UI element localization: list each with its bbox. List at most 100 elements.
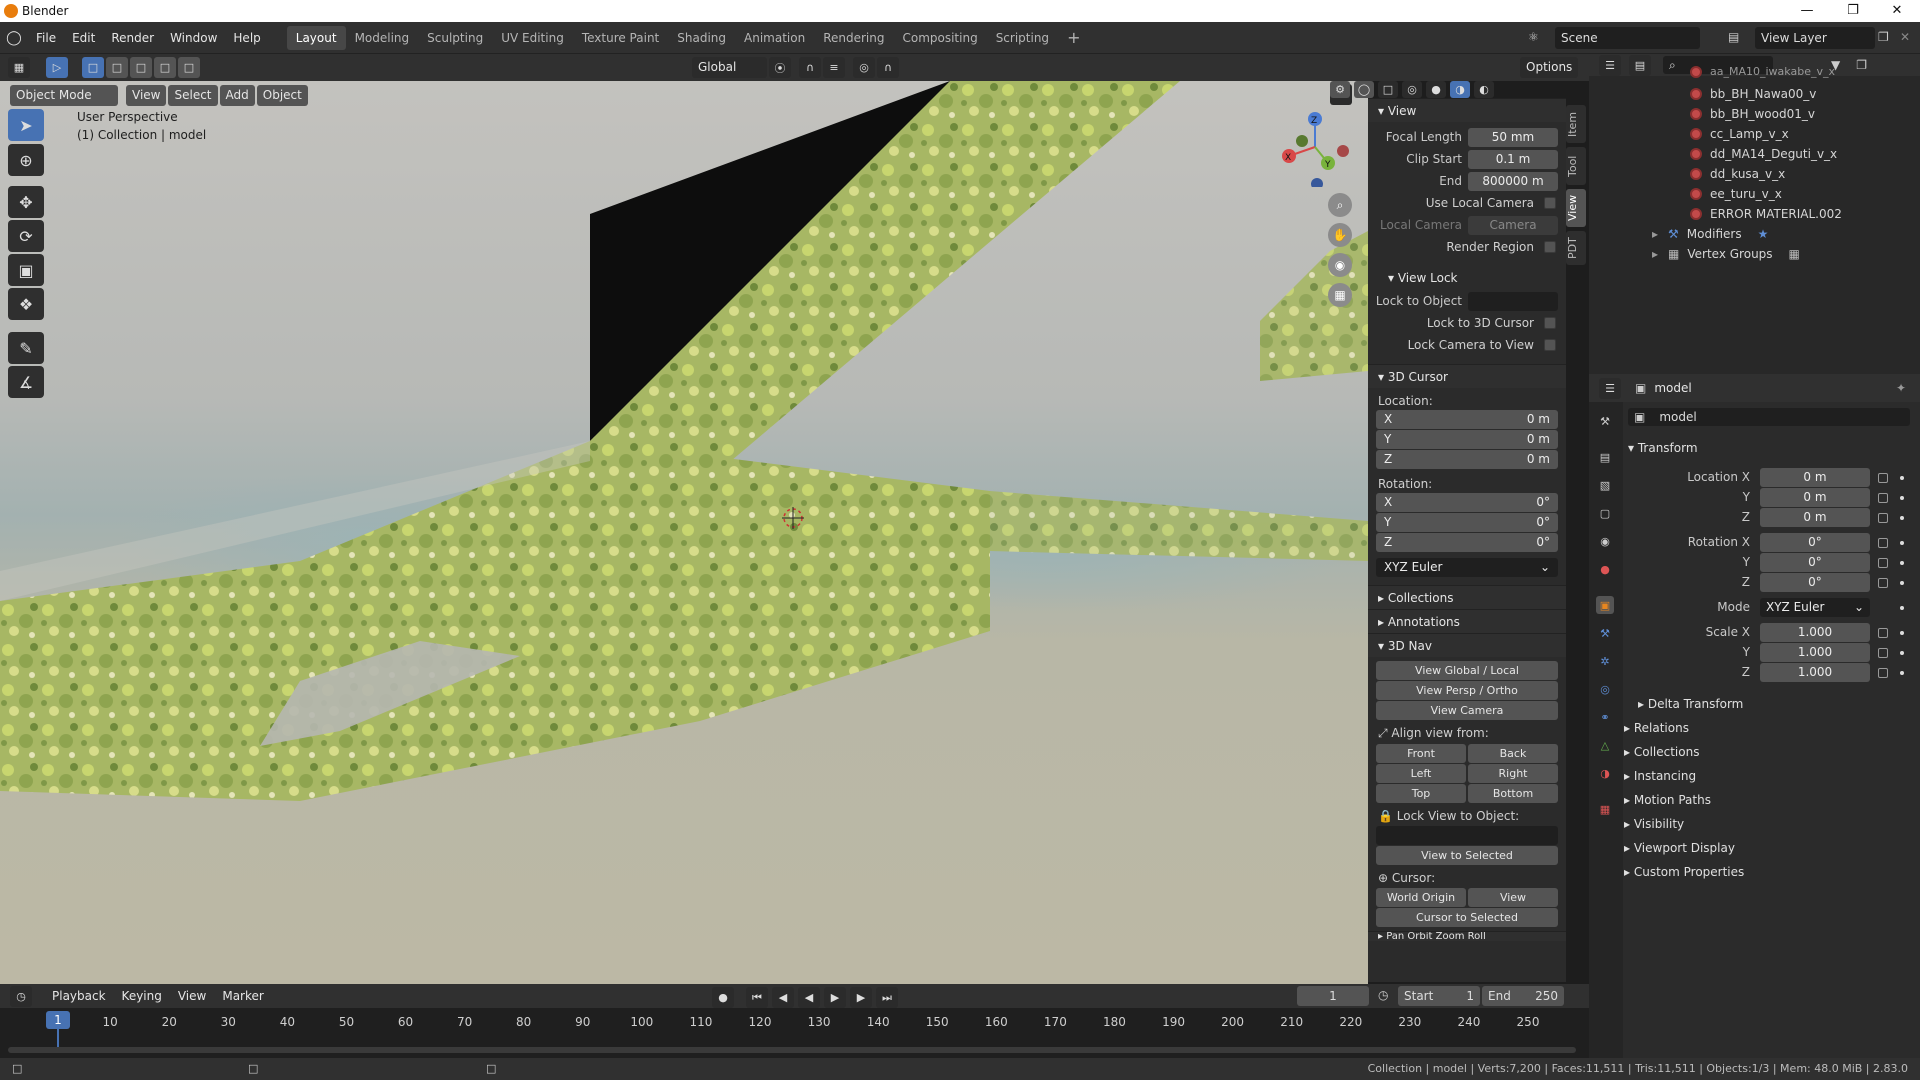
- remove-view-layer-icon[interactable]: ✕: [1900, 30, 1910, 44]
- tab-pdt[interactable]: PDT: [1566, 231, 1586, 265]
- cursor-location-y[interactable]: Y0 m: [1376, 430, 1558, 449]
- scale-x-field[interactable]: 1.000: [1760, 623, 1870, 642]
- select-box-tool-icon[interactable]: ▷: [46, 57, 68, 78]
- minimize-icon[interactable]: —: [1784, 0, 1830, 22]
- select-tool-icon[interactable]: ➤: [8, 109, 44, 141]
- keying-menu[interactable]: Keying: [114, 984, 170, 1008]
- tab-texture-paint[interactable]: Texture Paint: [573, 26, 668, 50]
- align-back-button[interactable]: Back: [1468, 744, 1558, 763]
- lock-icon[interactable]: [1878, 648, 1888, 658]
- solid-shading-icon[interactable]: ●: [1426, 81, 1446, 98]
- tab-rendering[interactable]: Rendering: [814, 26, 893, 50]
- scale-y-field[interactable]: 1.000: [1760, 643, 1870, 662]
- outliner-item[interactable]: cc_Lamp_v_x: [1690, 124, 1789, 144]
- clip-end-field[interactable]: 800000 m: [1468, 171, 1558, 191]
- 3d-nav-section-header[interactable]: ▾ 3D Nav: [1368, 633, 1566, 657]
- motion-paths-section-header[interactable]: ▸ Motion Paths: [1624, 790, 1711, 810]
- menu-help[interactable]: Help: [225, 22, 268, 54]
- viewport-display-section-header[interactable]: ▸ Viewport Display: [1624, 838, 1735, 858]
- instancing-section-header[interactable]: ▸ Instancing: [1624, 766, 1696, 786]
- keyframe-dot-icon[interactable]: [1900, 606, 1904, 610]
- lock-icon[interactable]: [1878, 473, 1888, 483]
- outliner-item[interactable]: ERROR MATERIAL.002: [1690, 204, 1842, 224]
- material-tab-icon[interactable]: ◑: [1596, 764, 1614, 782]
- annotations-section-header[interactable]: ▸ Annotations: [1368, 609, 1566, 633]
- 3d-cursor-section-header[interactable]: ▾ 3D Cursor: [1368, 364, 1566, 388]
- keyframe-dot-icon[interactable]: [1900, 496, 1904, 500]
- outliner-vertex-groups[interactable]: ▸ ▦ Vertex Groups ▦: [1652, 244, 1800, 264]
- tab-sculpting[interactable]: Sculpting: [418, 26, 492, 50]
- gizmo-toggle-icon[interactable]: ⚙: [1330, 81, 1350, 98]
- rotation-y-field[interactable]: 0°: [1760, 553, 1870, 572]
- render-tab-icon[interactable]: ▤: [1596, 448, 1614, 466]
- jump-start-icon[interactable]: ⏮: [746, 987, 768, 1008]
- playback-menu[interactable]: Playback: [44, 984, 114, 1008]
- lock-icon[interactable]: [1878, 628, 1888, 638]
- tab-item[interactable]: Item: [1566, 105, 1586, 143]
- 3d-viewport[interactable]: Object Mode View Select Add Object ★ Use…: [0, 81, 1368, 985]
- view-global-local-button[interactable]: View Global / Local: [1376, 661, 1558, 680]
- location-z-field[interactable]: 0 m: [1760, 508, 1870, 527]
- tab-modeling[interactable]: Modeling: [346, 26, 419, 50]
- transform-tool-icon[interactable]: ❖: [8, 288, 44, 320]
- new-collection-icon[interactable]: ❐: [1856, 58, 1867, 72]
- cursor-tool-icon[interactable]: ⊕: [8, 144, 44, 176]
- restore-icon[interactable]: ❐: [1830, 0, 1876, 22]
- keyframe-dot-icon[interactable]: [1900, 476, 1904, 480]
- pan-hand-icon[interactable]: ✋: [1328, 223, 1352, 247]
- clock-icon[interactable]: ◷: [1378, 988, 1388, 1002]
- select-mode-new-icon[interactable]: □: [82, 57, 104, 78]
- scene-tab-icon[interactable]: ◉: [1596, 532, 1614, 550]
- outliner-item[interactable]: dd_MA14_Deguti_v_x: [1690, 144, 1837, 164]
- lock-icon[interactable]: [1878, 558, 1888, 568]
- cursor-view-button[interactable]: View: [1468, 888, 1558, 907]
- current-frame-field[interactable]: 1: [1297, 986, 1369, 1006]
- outliner-item[interactable]: bb_BH_Nawa00_v: [1690, 84, 1816, 104]
- scale-tool-icon[interactable]: ▣: [8, 254, 44, 286]
- object-tab-icon[interactable]: ▣: [1596, 596, 1614, 614]
- local-camera-field[interactable]: Camera: [1468, 215, 1558, 235]
- menu-window[interactable]: Window: [162, 22, 225, 54]
- tab-shading[interactable]: Shading: [668, 26, 735, 50]
- select-mode-subtract-icon[interactable]: □: [130, 57, 152, 78]
- outliner-item[interactable]: bb_BH_wood01_v: [1690, 104, 1815, 124]
- blender-menu-icon[interactable]: ◯: [0, 30, 28, 46]
- prev-keyframe-icon[interactable]: ◀: [772, 987, 794, 1008]
- lock-icon[interactable]: [1878, 493, 1888, 503]
- tab-scripting[interactable]: Scripting: [987, 26, 1058, 50]
- next-keyframe-icon[interactable]: ▶: [850, 987, 872, 1008]
- properties-editor-type-icon[interactable]: ☰: [1599, 377, 1621, 399]
- lock-icon[interactable]: [1878, 668, 1888, 678]
- cursor-rotation-x[interactable]: X 0°: [1376, 493, 1558, 512]
- physics-tab-icon[interactable]: ◎: [1596, 680, 1614, 698]
- start-frame-field[interactable]: Start 1: [1398, 986, 1480, 1006]
- view-lock-header[interactable]: ▾ View Lock: [1368, 266, 1566, 290]
- rotation-x-field[interactable]: 0°: [1760, 533, 1870, 552]
- keyframe-dot-icon[interactable]: [1900, 631, 1904, 635]
- tool-tab-icon[interactable]: ⚒: [1596, 412, 1614, 430]
- outliner-item[interactable]: dd_kusa_v_x: [1690, 164, 1785, 184]
- tab-compositing[interactable]: Compositing: [893, 26, 986, 50]
- pivot-icon[interactable]: ⦿: [769, 57, 791, 78]
- lock-icon[interactable]: [1878, 513, 1888, 523]
- delta-transform-header[interactable]: ▸ Delta Transform: [1638, 694, 1743, 714]
- close-icon[interactable]: ✕: [1874, 0, 1920, 22]
- expand-arrow-icon[interactable]: ▸: [1652, 244, 1658, 264]
- data-tab-icon[interactable]: △: [1596, 736, 1614, 754]
- cursor-rotation-mode-dropdown[interactable]: XYZ Euler ⌄: [1376, 558, 1558, 577]
- cursor-location-z[interactable]: Z0 m: [1376, 450, 1558, 469]
- lock-icon[interactable]: [1878, 578, 1888, 588]
- lock-view-object-field[interactable]: [1376, 826, 1558, 845]
- rendered-shading-icon[interactable]: ◐: [1474, 81, 1494, 98]
- snap-icon[interactable]: ∩: [799, 57, 821, 78]
- cursor-location-x[interactable]: X0 m: [1376, 410, 1558, 429]
- move-tool-icon[interactable]: ✥: [8, 186, 44, 218]
- rotate-tool-icon[interactable]: ⟳: [8, 220, 44, 252]
- cursor-rotation-z[interactable]: Z 0°: [1376, 533, 1558, 552]
- output-tab-icon[interactable]: ▧: [1596, 476, 1614, 494]
- clip-start-field[interactable]: 0.1 m: [1468, 149, 1558, 169]
- cursor-rotation-y[interactable]: Y 0°: [1376, 513, 1558, 532]
- outliner-modifiers[interactable]: ▸ ⚒ Modifiers ★: [1652, 224, 1768, 244]
- select-mode-intersect-icon[interactable]: □: [178, 57, 200, 78]
- transform-orientation-dropdown[interactable]: Global: [692, 57, 767, 78]
